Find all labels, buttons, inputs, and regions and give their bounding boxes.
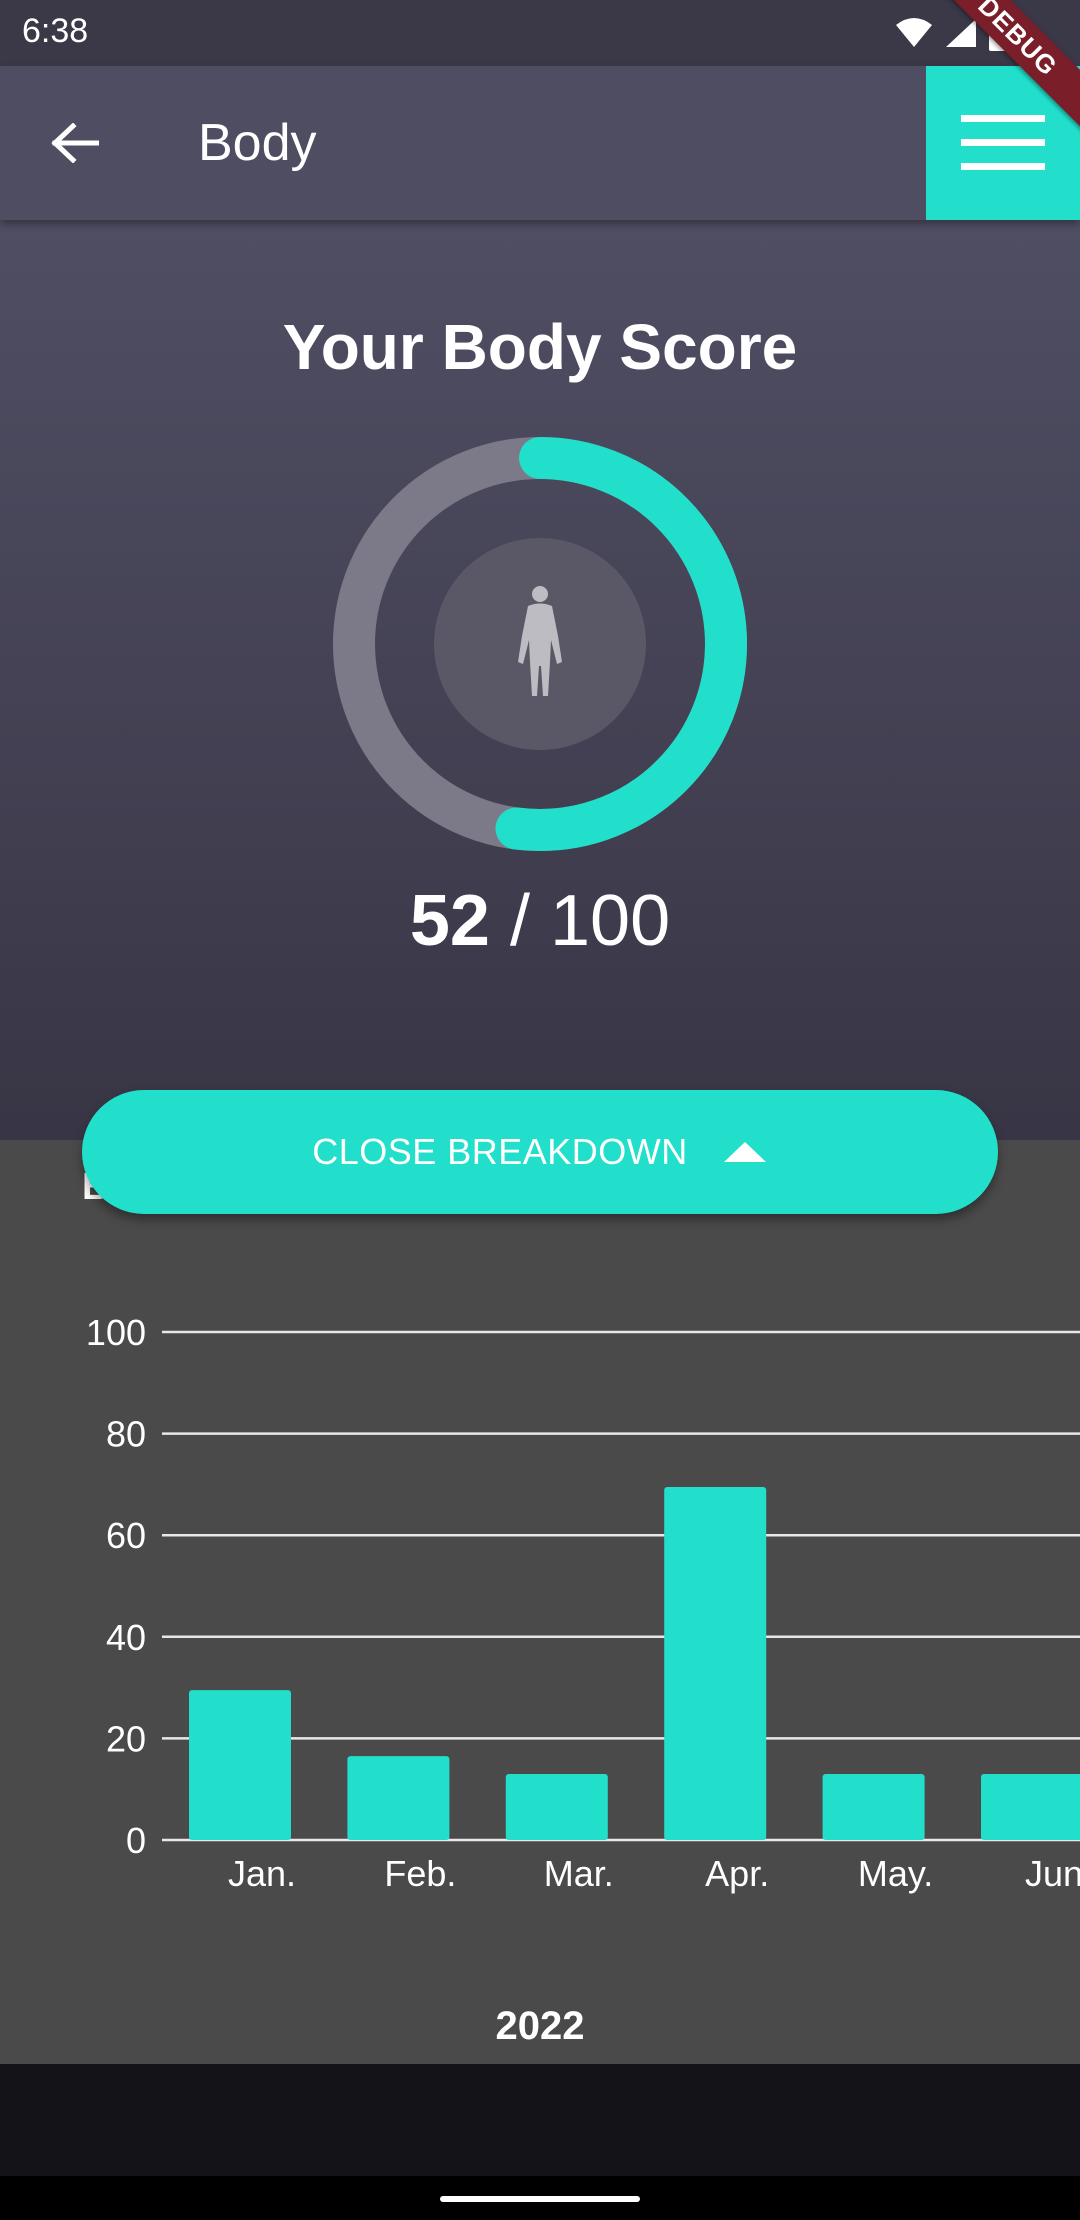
status-bar: 6:38 (0, 0, 1080, 66)
x-tick-label: May. (858, 1853, 933, 1894)
arrow-left-icon (51, 123, 99, 163)
y-tick-label: 20 (106, 1718, 146, 1759)
bar[interactable] (189, 1690, 291, 1840)
page-title: Body (198, 114, 317, 172)
score-max: 100 (550, 881, 671, 961)
home-indicator[interactable] (440, 2196, 640, 2202)
y-tick-label: 100 (86, 1312, 146, 1353)
score-section: Your Body Score 52 / 100 (0, 220, 1080, 1140)
bar[interactable] (505, 1773, 608, 1840)
score-ring (332, 436, 748, 852)
score-separator: / (509, 881, 530, 961)
app-bar: Body (0, 66, 1080, 220)
y-tick-label: 80 (106, 1414, 146, 1455)
close-breakdown-label: CLOSE BREAKDOWN (312, 1131, 688, 1172)
y-tick-label: 60 (106, 1515, 146, 1556)
score-value: 52 (409, 881, 490, 961)
x-tick-label: Jan. (228, 1853, 296, 1894)
close-breakdown-button[interactable]: CLOSE BREAKDOWN (82, 1090, 998, 1214)
x-tick-label: Mar. (544, 1853, 614, 1894)
x-tick-label: Apr. (705, 1853, 769, 1894)
score-title: Your Body Score (282, 311, 798, 383)
x-tick-label: Jun (1025, 1853, 1080, 1894)
status-time: 6:38 (22, 12, 89, 50)
bar[interactable] (981, 1773, 1080, 1840)
chart-x-axis-label: 2022 (495, 2004, 585, 2048)
bar[interactable] (347, 1756, 450, 1840)
breakdown-chart-panel: B 020406080100Jan.Feb.Mar.Apr.May.Jun 20… (0, 1140, 1080, 2064)
caret-up-icon (723, 1142, 766, 1162)
debug-banner: DEBUG (920, 0, 1080, 135)
breakdown-bar-chart: 0 20 40 60 80 100 Jan. Feb. Mar. Apr. May. Jun (86, 1312, 1080, 1894)
bar[interactable] (664, 1486, 767, 1840)
x-tick-label: Feb. (384, 1853, 456, 1894)
debug-banner-clip: DEBUG (920, 0, 1080, 160)
y-tick-label: 0 (126, 1820, 146, 1861)
bar[interactable] (822, 1773, 925, 1840)
score-value-text: 52 / 100 (0, 880, 1080, 962)
y-tick-label: 40 (106, 1617, 146, 1658)
system-navigation-bar (0, 2176, 1080, 2220)
back-button[interactable] (40, 112, 110, 174)
